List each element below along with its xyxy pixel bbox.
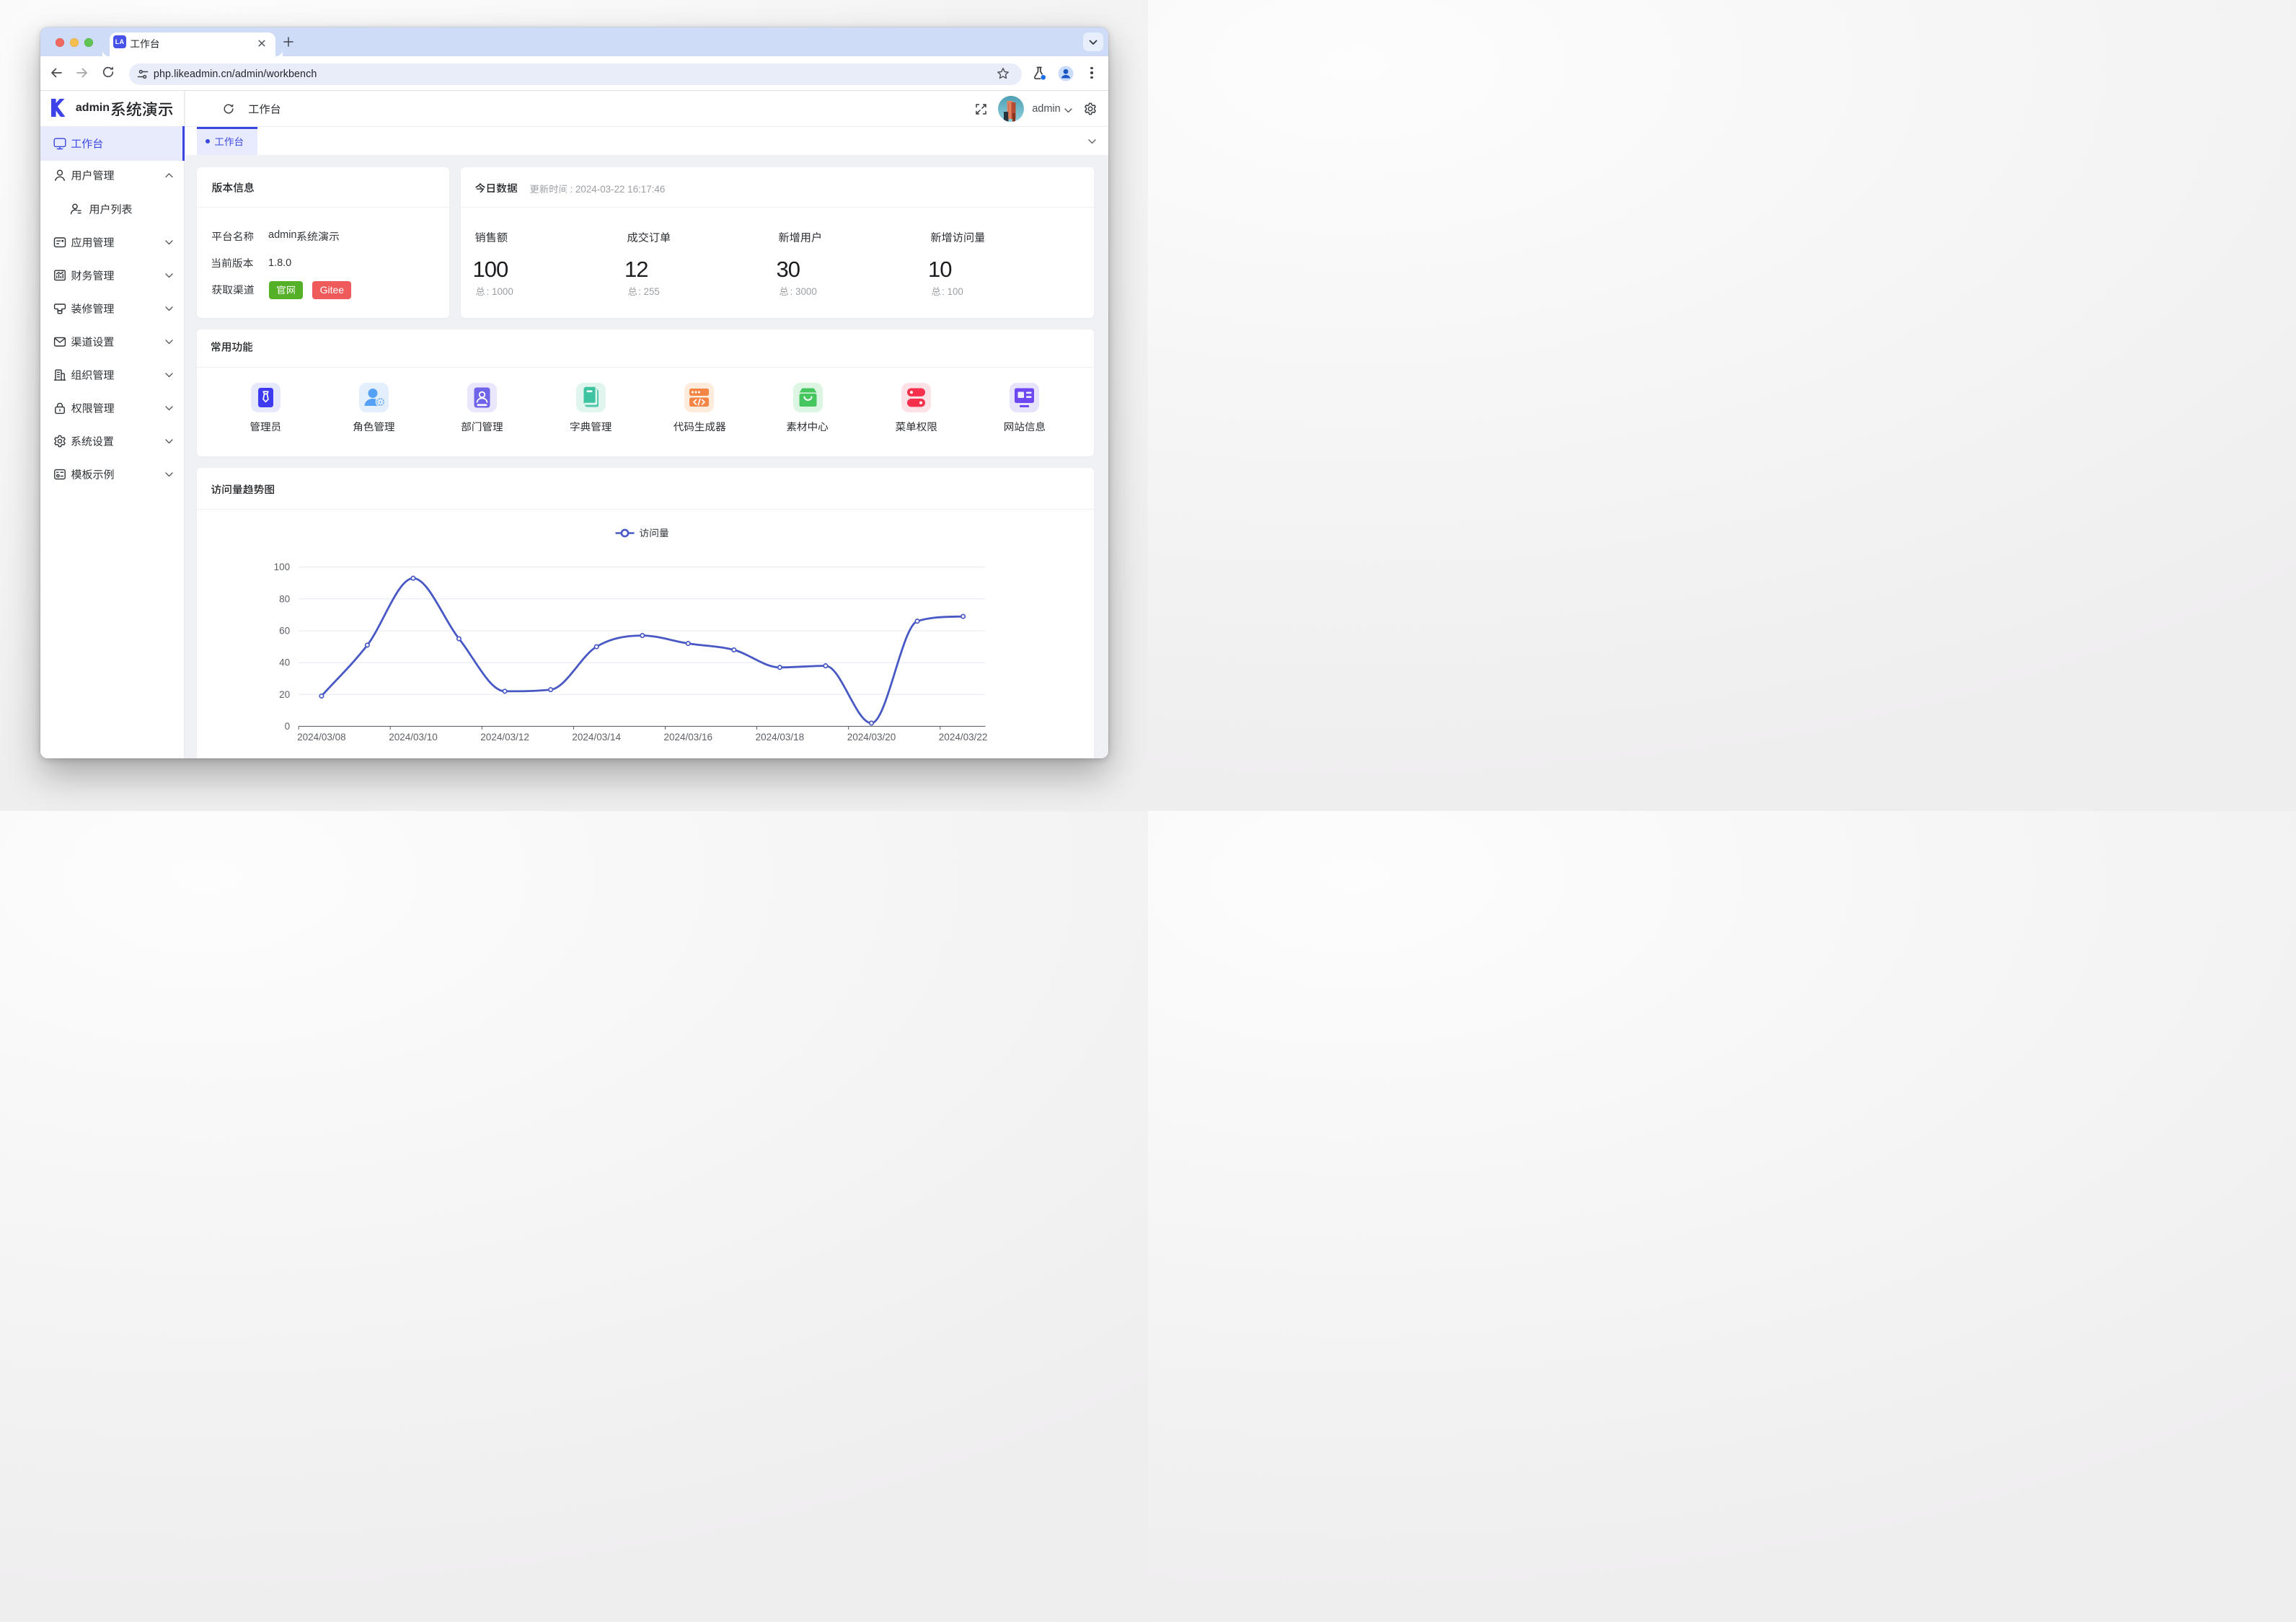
svg-text:2024/03/22: 2024/03/22 bbox=[938, 732, 987, 743]
svg-text:2024/03/20: 2024/03/20 bbox=[847, 732, 896, 743]
svg-text:2024/03/12: 2024/03/12 bbox=[480, 732, 529, 743]
svg-text:80: 80 bbox=[279, 593, 290, 604]
svg-text:2024/03/18: 2024/03/18 bbox=[755, 732, 804, 743]
svg-text:2024/03/16: 2024/03/16 bbox=[663, 732, 712, 743]
svg-text:2024/03/10: 2024/03/10 bbox=[389, 732, 438, 743]
svg-text:2024/03/08: 2024/03/08 bbox=[297, 732, 346, 743]
svg-text:0: 0 bbox=[284, 721, 290, 732]
svg-text:20: 20 bbox=[279, 688, 290, 699]
svg-text:100: 100 bbox=[273, 562, 290, 572]
svg-text:40: 40 bbox=[279, 657, 290, 668]
svg-text:60: 60 bbox=[279, 625, 290, 636]
svg-text:2024/03/14: 2024/03/14 bbox=[572, 732, 621, 743]
